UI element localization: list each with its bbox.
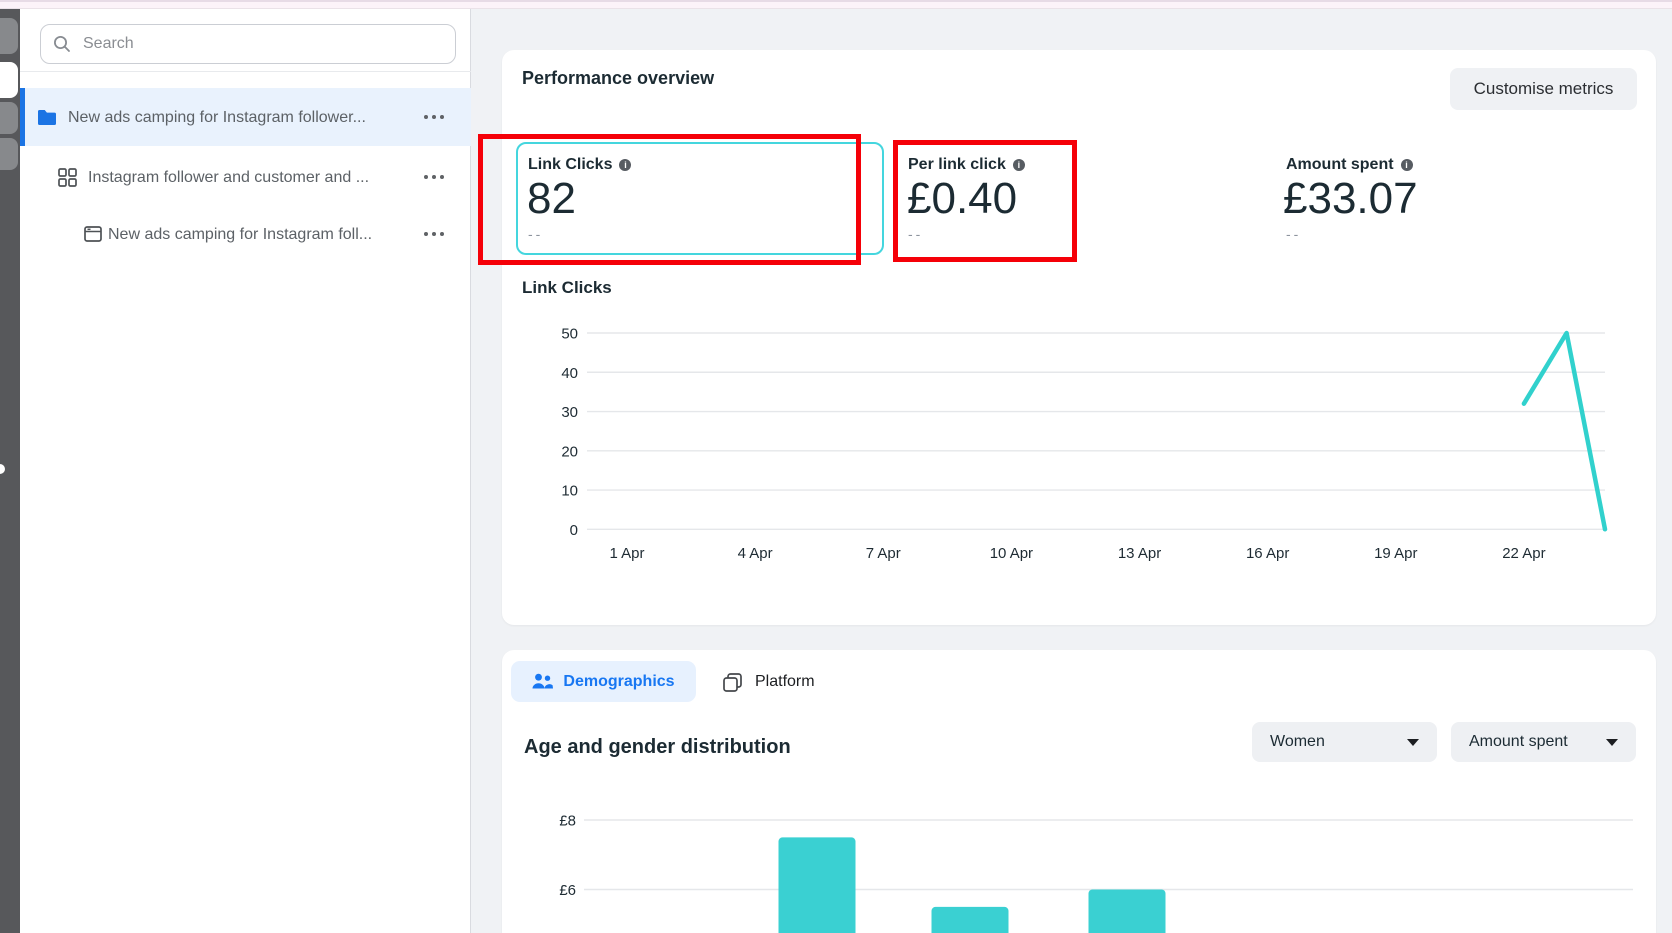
- tab-label: Demographics: [563, 673, 674, 691]
- campaign-tree-sidebar: [20, 9, 471, 933]
- metric-filter-dropdown[interactable]: Amount spent: [1451, 722, 1636, 762]
- tab-platform[interactable]: Platform: [707, 664, 831, 700]
- age-gender-heading: Age and gender distribution: [524, 736, 791, 759]
- rail-nav-button-3[interactable]: [0, 102, 18, 134]
- tab-label: Platform: [755, 673, 815, 691]
- search-input[interactable]: [81, 34, 443, 54]
- gender-filter-dropdown[interactable]: Women: [1252, 722, 1437, 762]
- age-gender-chart: £8 £6: [520, 780, 1656, 933]
- tree-item-label: New ads camping for Instagram foll...: [108, 226, 372, 244]
- selected-row-indicator: [20, 88, 25, 146]
- metric-value: 82: [527, 177, 576, 221]
- customise-metrics-button[interactable]: Customise metrics: [1450, 68, 1637, 110]
- rail-nav-button-4[interactable]: [0, 138, 18, 170]
- svg-text:13 Apr: 13 Apr: [1118, 545, 1161, 562]
- svg-text:19 Apr: 19 Apr: [1374, 545, 1417, 562]
- search-icon: [53, 35, 71, 53]
- chevron-down-icon: [1407, 739, 1419, 746]
- info-icon[interactable]: i: [1401, 159, 1413, 171]
- metric-sub-value: --: [908, 226, 923, 242]
- dropdown-value: Women: [1270, 733, 1407, 751]
- campaign-grid-icon: [58, 168, 77, 187]
- info-icon[interactable]: i: [1013, 159, 1025, 171]
- ad-window-icon: [84, 226, 102, 242]
- sidebar-divider: [20, 71, 471, 72]
- chevron-down-icon: [1606, 739, 1618, 746]
- svg-text:22 Apr: 22 Apr: [1502, 545, 1545, 562]
- metric-value: £0.40: [907, 177, 1017, 221]
- top-strip: [0, 2, 1672, 9]
- svg-text:10 Apr: 10 Apr: [990, 545, 1033, 562]
- rail-nav-button-2-selected[interactable]: [0, 62, 18, 98]
- svg-text:16 Apr: 16 Apr: [1246, 545, 1289, 562]
- more-options-icon[interactable]: [424, 175, 444, 179]
- tree-item-label: Instagram follower and customer and ...: [88, 169, 369, 187]
- tab-demographics[interactable]: Demographics: [511, 661, 696, 702]
- svg-text:0: 0: [570, 522, 578, 539]
- svg-text:40: 40: [561, 365, 578, 382]
- metric-sub-value: --: [1286, 226, 1301, 242]
- svg-text:30: 30: [561, 404, 578, 421]
- svg-text:50: 50: [561, 326, 578, 343]
- svg-text:7 Apr: 7 Apr: [866, 545, 901, 562]
- info-icon[interactable]: i: [619, 159, 631, 171]
- ads-manager-page: New ads camping for Instagram follower..…: [0, 0, 1672, 933]
- tree-item-label: New ads camping for Instagram follower..…: [68, 109, 366, 127]
- more-options-icon[interactable]: [424, 232, 444, 236]
- metric-label-amount-spent: Amount spenti: [1286, 156, 1413, 174]
- svg-text:20: 20: [561, 443, 578, 460]
- search-box[interactable]: [40, 24, 456, 64]
- dropdown-value: Amount spent: [1469, 733, 1606, 751]
- metric-sub-value: --: [528, 226, 543, 242]
- more-options-icon[interactable]: [424, 115, 444, 119]
- svg-text:£6: £6: [559, 882, 576, 899]
- svg-text:£8: £8: [559, 813, 576, 830]
- card-title: Performance overview: [522, 68, 714, 89]
- link-clicks-chart: 50 40 30 20 10 0 1 Apr 4 Apr 7 Apr 10 Apr 13 Apr 16…: [520, 300, 1656, 570]
- svg-text:10: 10: [561, 483, 578, 500]
- svg-text:4 Apr: 4 Apr: [738, 545, 773, 562]
- rail-nav-button-1[interactable]: [0, 18, 18, 54]
- svg-text:1 Apr: 1 Apr: [609, 545, 644, 562]
- people-icon: [532, 673, 553, 690]
- overlapping-squares-icon: [723, 673, 742, 692]
- folder-icon: [37, 109, 57, 126]
- line-chart-title: Link Clicks: [522, 278, 612, 298]
- metric-label-per-link-click: Per link clicki: [908, 156, 1025, 174]
- metric-value: £33.07: [1283, 177, 1418, 221]
- metric-label-link-clicks: Link Clicksi: [528, 156, 631, 174]
